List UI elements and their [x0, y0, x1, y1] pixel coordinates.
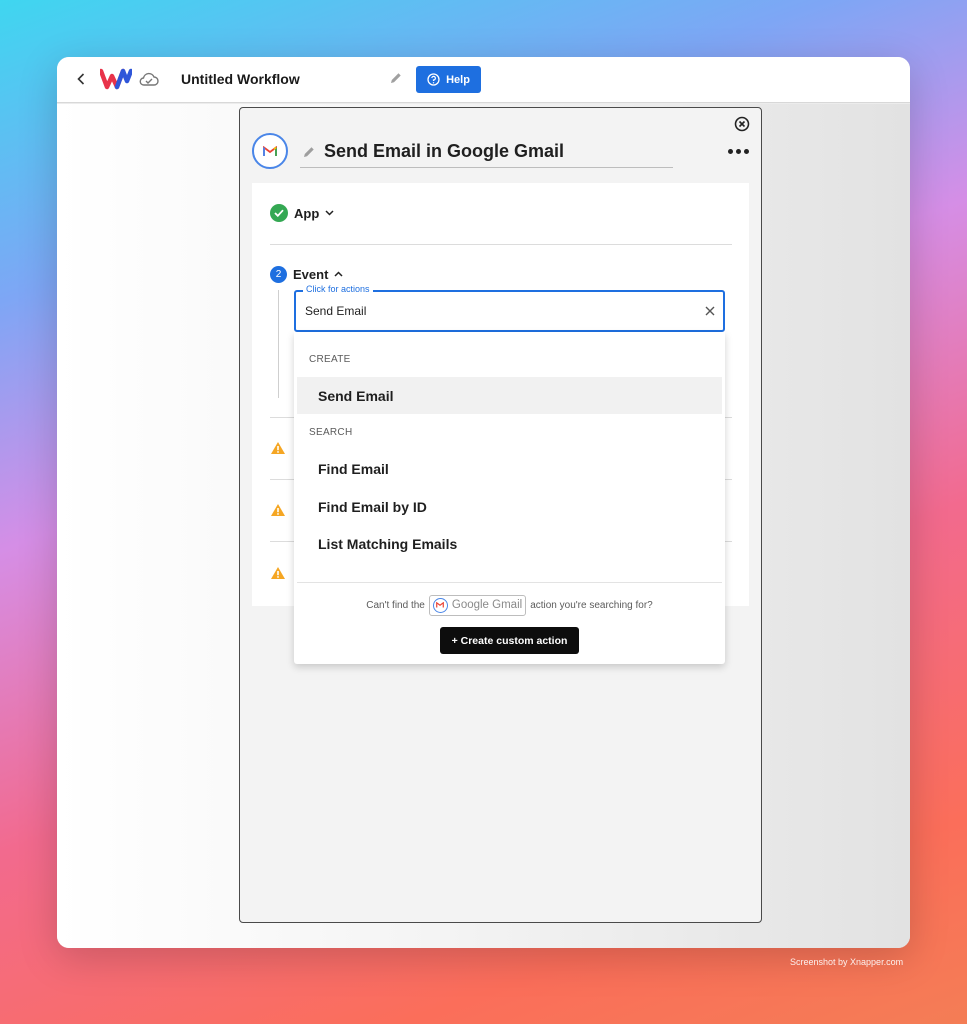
screenshot-credit: Screenshot by Xnapper.com [790, 957, 904, 967]
warning-icon [271, 442, 285, 454]
step-event-header[interactable]: 2 Event [270, 265, 343, 283]
cloud-saved-icon [139, 72, 159, 86]
step-app-label: App [294, 205, 320, 221]
group-label-search: SEARCH [309, 427, 353, 438]
chevron-up-icon [334, 271, 343, 277]
back-button[interactable] [73, 70, 89, 88]
actions-dropdown: CREATE Send Email SEARCH Find Email Find… [294, 332, 725, 664]
question-circle-icon [427, 73, 440, 86]
step-event-label: Event [293, 266, 329, 282]
warning-icon [271, 504, 285, 516]
cant-find-prefix: Can't find the [366, 599, 425, 611]
pencil-icon[interactable] [389, 71, 403, 85]
step-number-badge: 2 [270, 265, 287, 283]
close-icon[interactable] [734, 116, 750, 132]
event-search-field[interactable]: Click for actions [294, 284, 725, 332]
option-find-email-by-id[interactable]: Find Email by ID [297, 488, 722, 525]
warning-icon [271, 567, 285, 579]
chevron-left-icon [77, 73, 85, 85]
clear-icon[interactable] [703, 304, 717, 318]
section-divider [270, 244, 732, 245]
gmail-icon [263, 145, 277, 156]
create-custom-action-button[interactable]: + Create custom action [440, 627, 579, 654]
more-dot [736, 148, 741, 154]
cant-find-suffix: action you're searching for? [530, 599, 653, 611]
step-connector-line [278, 290, 279, 398]
brand-logo-icon [100, 68, 132, 90]
top-bar: Untitled Workflow Help [57, 57, 910, 103]
help-button[interactable]: Help [416, 66, 481, 93]
group-label-create: CREATE [309, 354, 351, 365]
option-list-matching-emails[interactable]: List Matching Emails [297, 525, 722, 562]
app-chip: Google Gmail [428, 594, 527, 616]
app-chip-label: Google Gmail [451, 599, 523, 611]
more-dot [744, 148, 749, 154]
chevron-down-icon [325, 210, 334, 216]
gmail-icon [432, 597, 448, 613]
search-field-label: Click for actions [303, 284, 373, 294]
cant-find-message: Can't find the Google Gmail action you'r… [294, 594, 725, 616]
step-app-header[interactable]: App [270, 203, 334, 223]
workflow-title[interactable]: Untitled Workflow [181, 71, 300, 87]
more-dots-icon [728, 148, 733, 154]
help-button-label: Help [446, 73, 470, 86]
check-circle-icon [270, 204, 288, 222]
option-find-email[interactable]: Find Email [297, 450, 722, 487]
gmail-app-avatar [252, 133, 288, 169]
pencil-icon [304, 147, 314, 157]
option-send-email[interactable]: Send Email [297, 377, 722, 414]
dropdown-divider [297, 582, 722, 583]
more-options-button[interactable] [728, 146, 750, 156]
search-input[interactable] [305, 304, 685, 318]
step-title: Send Email in Google Gmail [324, 141, 565, 161]
step-title-field[interactable]: Send Email in Google Gmail [300, 138, 673, 168]
